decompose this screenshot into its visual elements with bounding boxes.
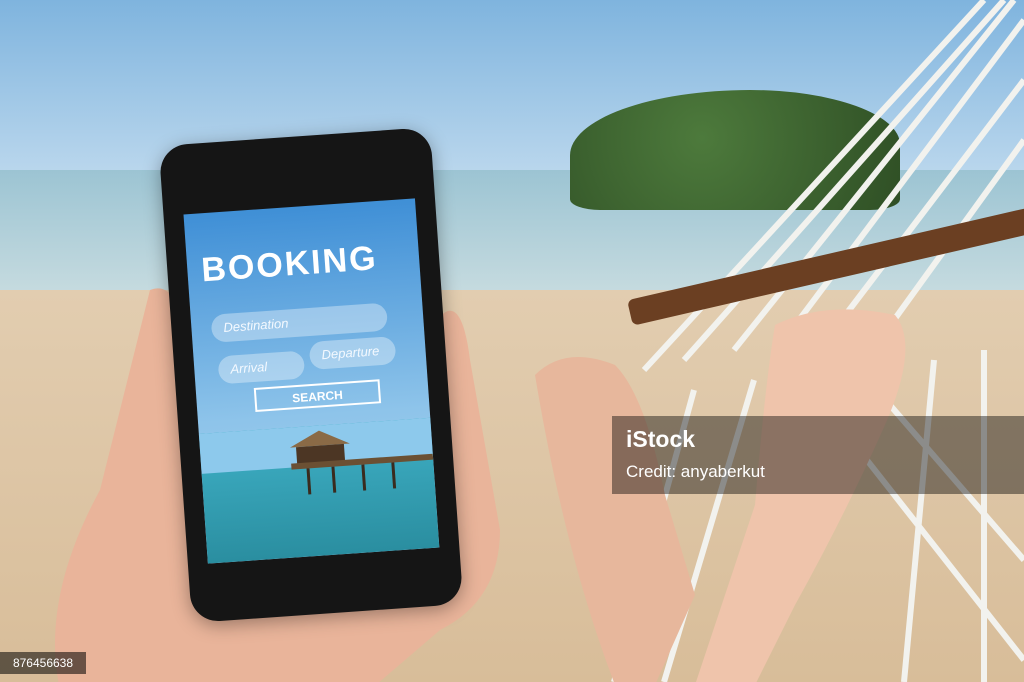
- destination-field[interactable]: Destination: [210, 302, 389, 343]
- watermark-credit: Credit: anyaberkut: [626, 462, 765, 481]
- booking-title: BOOKING: [200, 239, 379, 290]
- beach-photo-scene: BOOKING Destination Arrival Departure SE…: [0, 0, 1024, 682]
- phone-screen: BOOKING Destination Arrival Departure SE…: [183, 198, 440, 564]
- smartphone: BOOKING Destination Arrival Departure SE…: [158, 127, 464, 623]
- image-id-label: 876456638: [0, 652, 86, 674]
- watermark-panel: iStock Credit: anyaberkut: [612, 416, 1024, 494]
- watermark-brand: iStock: [626, 426, 696, 452]
- departure-field[interactable]: Departure: [308, 336, 397, 371]
- search-button[interactable]: SEARCH: [253, 379, 382, 412]
- resort-pier-photo: [198, 417, 440, 564]
- arrival-field[interactable]: Arrival: [217, 350, 306, 385]
